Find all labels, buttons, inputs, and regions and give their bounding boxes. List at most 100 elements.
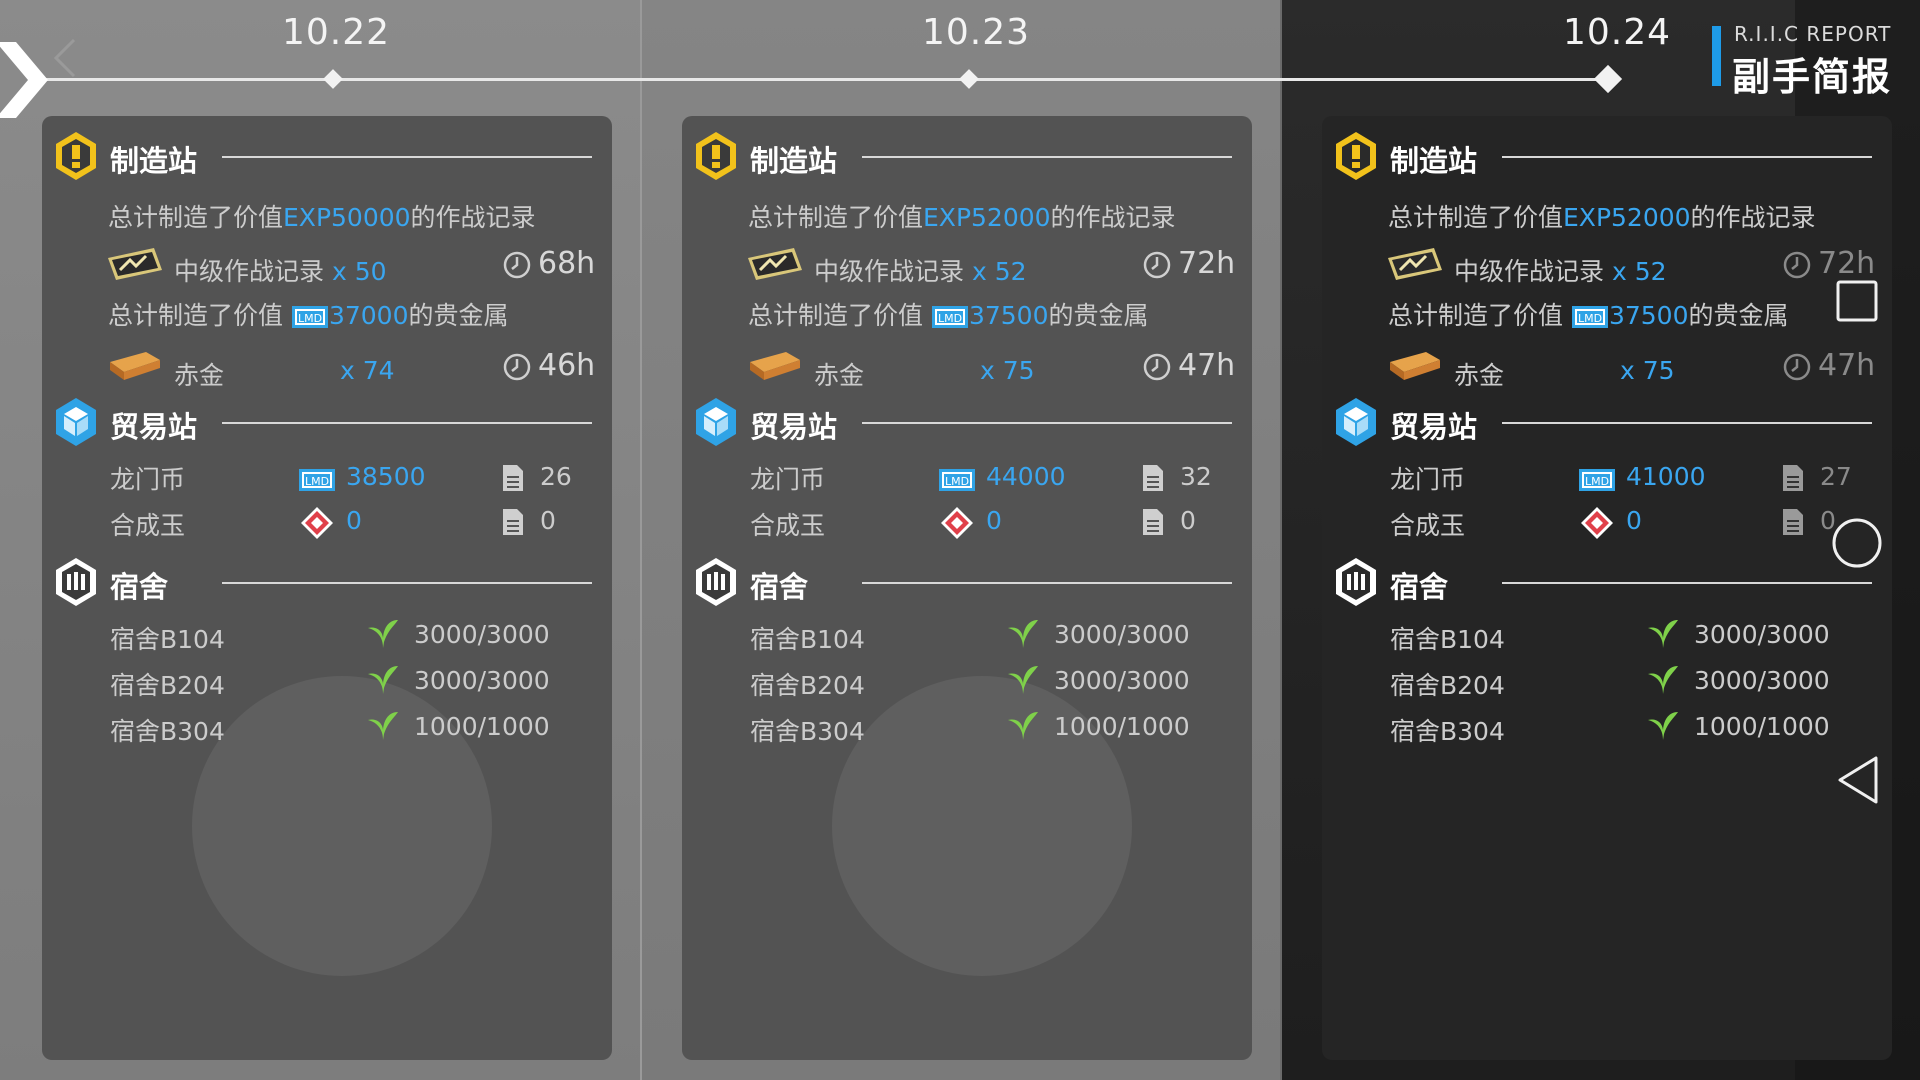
dorm-room-name: 宿舍B104 — [750, 625, 865, 654]
record-name: 中级作战记录 — [814, 257, 965, 286]
leaf-icon — [366, 662, 400, 696]
lmd-label: 龙门币 — [1390, 465, 1466, 494]
trade-section-header: 贸易站 — [692, 396, 1232, 448]
dorm-room-value: 1000/1000 — [414, 712, 550, 741]
section-divider — [862, 582, 1232, 584]
exp-suffix: 的作战记录 — [1690, 203, 1816, 232]
dorm-room-value: 3000/3000 — [1054, 666, 1190, 695]
lmd-value: 41000 — [1626, 462, 1706, 491]
dorm-room-name: 宿舍B304 — [1390, 717, 1505, 746]
square-icon[interactable] — [1834, 278, 1880, 324]
lmd-orders: 32 — [1180, 462, 1212, 491]
dorm-icon — [1332, 556, 1380, 608]
section-divider — [222, 582, 592, 584]
orundum-label: 合成玉 — [110, 511, 186, 540]
trade-title: 贸易站 — [1390, 410, 1478, 444]
trade-cube-icon — [52, 396, 100, 448]
svg-text:LMD: LMD — [938, 312, 962, 325]
orundum-value: 0 — [346, 506, 362, 535]
trade-section-header: 贸易站 — [52, 396, 592, 448]
battle-record-icon — [746, 244, 804, 284]
record-name: 中级作战记录 — [174, 257, 325, 286]
report-title-cn: 副手简报 — [1732, 55, 1893, 99]
section-divider — [222, 156, 592, 158]
trade-title: 贸易站 — [750, 410, 838, 444]
factory-section-header: 制造站 — [52, 130, 592, 182]
orundum-value: 0 — [986, 506, 1002, 535]
document-icon — [502, 508, 524, 536]
back-chevron-icon[interactable] — [0, 22, 56, 132]
lmd-value: 38500 — [346, 462, 426, 491]
report-card-1022: 制造站 总计制造了价值EXP50000的作战记录 中级作战记录 x 50 68h… — [42, 116, 612, 1060]
gold-count: x 74 — [340, 356, 395, 385]
exp-value: EXP52000 — [1563, 203, 1691, 232]
dorm-room-value: 3000/3000 — [414, 620, 550, 649]
date-label-1024[interactable]: 10.24 — [1563, 12, 1671, 53]
section-divider — [862, 422, 1232, 424]
dorm-room-name: 宿舍B304 — [750, 717, 865, 746]
dorm-title: 宿舍 — [750, 570, 809, 604]
gold-count: x 75 — [1620, 356, 1675, 385]
leaf-icon — [366, 616, 400, 650]
originium-icon — [940, 506, 974, 540]
dorm-room-name: 宿舍B204 — [1390, 671, 1505, 700]
circle-icon[interactable] — [1830, 516, 1884, 570]
factory-section-header: 制造站 — [1332, 130, 1872, 182]
lmd-icon: LMD — [931, 303, 969, 331]
gold-time: 46h — [538, 348, 596, 383]
dorm-room-value: 1000/1000 — [1054, 712, 1190, 741]
document-icon — [1142, 464, 1164, 492]
lmd-value: 44000 — [986, 462, 1066, 491]
timeline-line — [30, 78, 1610, 81]
gold-name: 赤金 — [174, 361, 225, 390]
gold-prefix: 总计制造了价值 — [108, 301, 284, 330]
exp-value: EXP50000 — [283, 203, 411, 232]
orundum-orders: 0 — [1180, 506, 1196, 535]
exp-suffix: 的作战记录 — [410, 203, 536, 232]
record-count: x 50 — [331, 257, 387, 286]
section-divider — [222, 422, 592, 424]
factory-title: 制造站 — [110, 144, 198, 178]
date-label-1023[interactable]: 10.23 — [922, 12, 1030, 53]
record-name: 中级作战记录 — [1454, 257, 1605, 286]
dorm-title: 宿舍 — [1390, 570, 1449, 604]
leaf-icon — [1006, 616, 1040, 650]
triangle-back-icon[interactable] — [1834, 754, 1882, 806]
orundum-orders: 0 — [540, 506, 556, 535]
battle-record-icon — [106, 244, 164, 284]
gold-value: 37500 — [968, 301, 1049, 330]
report-card-1024: 制造站 总计制造了价值EXP52000的作战记录 中级作战记录 x 52 72h… — [1322, 116, 1892, 1060]
leaf-icon — [1006, 662, 1040, 696]
leaf-icon — [1646, 616, 1680, 650]
lmd-label: 龙门币 — [110, 465, 186, 494]
exp-prefix: 总计制造了价值 — [1388, 203, 1564, 232]
dorm-title: 宿舍 — [110, 570, 169, 604]
dorm-room-value: 3000/3000 — [1694, 620, 1830, 649]
record-time: 72h — [1178, 246, 1236, 281]
section-divider — [1502, 156, 1872, 158]
prev-arrow-icon[interactable] — [52, 36, 78, 80]
svg-text:LMD: LMD — [298, 312, 322, 325]
lmd-icon: LMD — [291, 303, 329, 331]
report-card-1023: 制造站 总计制造了价值EXP52000的作战记录 中级作战记录 x 52 72h… — [682, 116, 1252, 1060]
lmd-icon: LMD — [1578, 466, 1616, 494]
factory-icon — [692, 130, 740, 182]
clock-icon — [502, 250, 532, 280]
document-icon — [502, 464, 524, 492]
battle-record-icon — [1386, 244, 1444, 284]
gold-name: 赤金 — [1454, 361, 1505, 390]
svg-text:LMD: LMD — [1585, 475, 1609, 488]
gold-summary: 总计制造了价值 LMD 37500的贵金属 — [1388, 296, 1789, 332]
gold-summary: 总计制造了价值 LMD 37500的贵金属 — [748, 296, 1149, 332]
record-row: 中级作战记录 x 50 — [174, 252, 387, 288]
clock-icon — [1142, 352, 1172, 382]
date-label-1022[interactable]: 10.22 — [282, 12, 390, 53]
factory-icon — [1332, 130, 1380, 182]
gold-prefix: 总计制造了价值 — [748, 301, 924, 330]
dorm-icon — [692, 556, 740, 608]
gold-count: x 75 — [980, 356, 1035, 385]
dorm-room-name: 宿舍B204 — [750, 671, 865, 700]
lmd-label: 龙门币 — [750, 465, 826, 494]
gold-summary: 总计制造了价值 LMD 37000的贵金属 — [108, 296, 509, 332]
clock-icon — [502, 352, 532, 382]
